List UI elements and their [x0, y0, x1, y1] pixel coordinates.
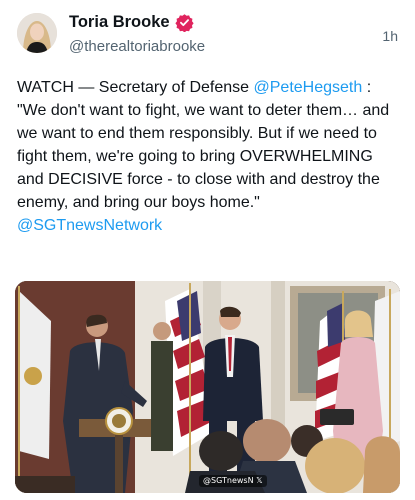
post-text-quote: : "We don't want to fight, we want to de…	[17, 79, 390, 211]
author-display-name[interactable]: Toria Brooke	[69, 13, 170, 32]
mention-link[interactable]: @PeteHegseth	[254, 79, 363, 96]
post-timestamp[interactable]: 1h	[382, 28, 398, 44]
author-handle[interactable]: @therealtoriabrooke	[69, 38, 205, 55]
post-video[interactable]: @SGTnewsN 𝕏	[15, 281, 400, 493]
avatar-image	[17, 13, 57, 53]
post-text: WATCH — Secretary of Defense @PeteHegset…	[17, 76, 402, 237]
avatar[interactable]	[17, 13, 57, 53]
author-name-row: Toria Brooke	[69, 13, 194, 33]
post-text-intro: WATCH — Secretary of Defense	[17, 79, 254, 96]
video-frame	[15, 281, 400, 493]
mention-link-network[interactable]: @SGTnewsNetwork	[17, 217, 162, 234]
verified-badge-icon	[174, 13, 194, 33]
video-watermark: @SGTnewsN 𝕏	[199, 475, 267, 487]
post-header: Toria Brooke @therealtoriabrooke 1h	[0, 0, 415, 70]
